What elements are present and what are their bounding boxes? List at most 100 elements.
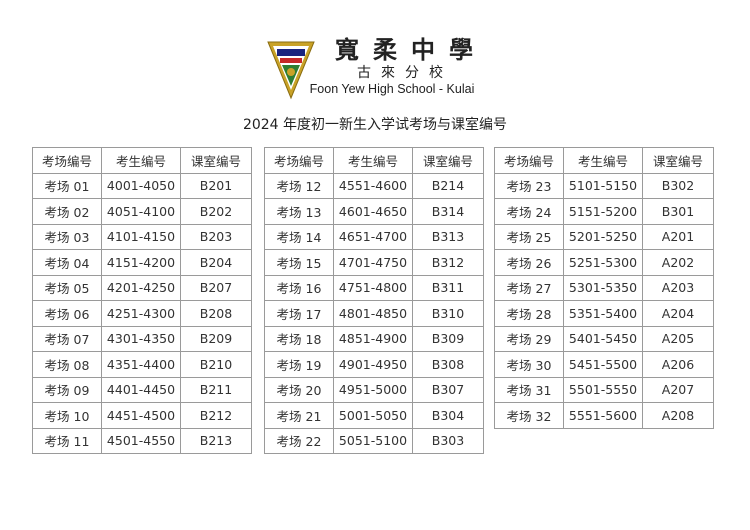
candidate-range-cell: 4051-4100	[101, 198, 181, 225]
header-candidate-number: 考生编号	[101, 147, 181, 174]
exam-room-cell: 考场 01	[32, 172, 102, 199]
header-candidate-number: 考生编号	[563, 147, 643, 174]
exam-room-cell: 考场 28	[494, 300, 564, 327]
table-header-row: 考场编号 考生编号 课室编号	[32, 147, 252, 174]
table-row: 考场 31 5501-5550 A207	[494, 376, 714, 403]
exam-room-cell: 考场 15	[264, 249, 334, 276]
classroom-cell: B211	[180, 376, 252, 403]
table-row: 考场 22 5051-5100 B303	[264, 427, 484, 454]
candidate-range-cell: 4551-4600	[333, 172, 413, 199]
candidate-range-cell: 4701-4750	[333, 249, 413, 276]
table-row: 考场 23 5101-5150 B302	[494, 172, 714, 199]
candidate-range-cell: 4801-4850	[333, 300, 413, 327]
candidate-range-cell: 4501-4550	[101, 427, 181, 454]
candidate-range-cell: 4201-4250	[101, 274, 181, 301]
candidate-range-cell: 4451-4500	[101, 402, 181, 429]
table-row: 考场 32 5551-5600 A208	[494, 402, 714, 429]
table-row: 考场 28 5351-5400 A204	[494, 300, 714, 327]
table-row: 考场 10 4451-4500 B212	[32, 402, 252, 429]
classroom-cell: B207	[180, 274, 252, 301]
table-row: 考场 18 4851-4900 B309	[264, 325, 484, 352]
classroom-cell: A205	[642, 325, 714, 352]
classroom-cell: A207	[642, 376, 714, 403]
classroom-cell: A201	[642, 223, 714, 250]
classroom-cell: B204	[180, 249, 252, 276]
table-row: 考场 03 4101-4150 B203	[32, 223, 252, 250]
classroom-cell: B307	[412, 376, 484, 403]
table-row: 考场 13 4601-4650 B314	[264, 198, 484, 225]
exam-room-cell: 考场 14	[264, 223, 334, 250]
candidate-range-cell: 4101-4150	[101, 223, 181, 250]
candidate-range-cell: 4751-4800	[333, 274, 413, 301]
table-row: 考场 01 4001-4050 B201	[32, 172, 252, 199]
exam-room-cell: 考场 17	[264, 300, 334, 327]
candidate-range-cell: 4651-4700	[333, 223, 413, 250]
exam-room-cell: 考场 11	[32, 427, 102, 454]
classroom-cell: B212	[180, 402, 252, 429]
classroom-cell: B209	[180, 325, 252, 352]
exam-room-cell: 考场 04	[32, 249, 102, 276]
header-exam-room: 考场编号	[264, 147, 334, 174]
classroom-cell: B208	[180, 300, 252, 327]
classroom-cell: B202	[180, 198, 252, 225]
table-row: 考场 30 5451-5500 A206	[494, 351, 714, 378]
table-row: 考场 02 4051-4100 B202	[32, 198, 252, 225]
page-title: 2024 年度初一新生入学试考场与课室编号	[242, 117, 508, 133]
exam-room-cell: 考场 13	[264, 198, 334, 225]
candidate-range-cell: 5351-5400	[563, 300, 643, 327]
candidate-range-cell: 5451-5500	[563, 351, 643, 378]
exam-room-cell: 考场 21	[264, 402, 334, 429]
exam-room-cell: 考场 18	[264, 325, 334, 352]
exam-room-cell: 考场 10	[32, 402, 102, 429]
candidate-range-cell: 5051-5100	[333, 427, 413, 454]
table-row: 考场 17 4801-4850 B310	[264, 300, 484, 327]
table-header-row: 考场编号 考生编号 课室编号	[264, 147, 484, 174]
candidate-range-cell: 4951-5000	[333, 376, 413, 403]
table-row: 考场 27 5301-5350 A203	[494, 274, 714, 301]
exam-room-cell: 考场 03	[32, 223, 102, 250]
table-row: 考场 20 4951-5000 B307	[264, 376, 484, 403]
classroom-cell: B310	[412, 300, 484, 327]
candidate-range-cell: 5551-5600	[563, 402, 643, 429]
table-row: 考场 19 4901-4950 B308	[264, 351, 484, 378]
candidate-range-cell: 4401-4450	[101, 376, 181, 403]
exam-room-cell: 考场 19	[264, 351, 334, 378]
exam-room-cell: 考场 29	[494, 325, 564, 352]
exam-room-cell: 考场 23	[494, 172, 564, 199]
table-row: 考场 25 5201-5250 A201	[494, 223, 714, 250]
classroom-cell: B301	[642, 198, 714, 225]
table-row: 考场 29 5401-5450 A205	[494, 325, 714, 352]
exam-room-table-3: 考场编号 考生编号 课室编号 考场 23 5101-5150 B302 考场 24 5…	[494, 147, 714, 429]
table-row: 考场 14 4651-4700 B313	[264, 223, 484, 250]
candidate-range-cell: 5501-5550	[563, 376, 643, 403]
exam-room-cell: 考场 30	[494, 351, 564, 378]
candidate-range-cell: 4351-4400	[101, 351, 181, 378]
candidate-range-cell: 5201-5250	[563, 223, 643, 250]
classroom-cell: A208	[642, 402, 714, 429]
classroom-cell: B213	[180, 427, 252, 454]
candidate-range-cell: 4901-4950	[333, 351, 413, 378]
header-candidate-number: 考生编号	[333, 147, 413, 174]
school-header: 寬柔中學 古來分校 Foon Yew High School - Kulai	[0, 30, 750, 110]
classroom-cell: B309	[412, 325, 484, 352]
exam-room-cell: 考场 20	[264, 376, 334, 403]
candidate-range-cell: 4601-4650	[333, 198, 413, 225]
classroom-cell: B313	[412, 223, 484, 250]
candidate-range-cell: 5151-5200	[563, 198, 643, 225]
exam-room-cell: 考场 26	[494, 249, 564, 276]
exam-room-cell: 考场 32	[494, 402, 564, 429]
exam-room-cell: 考场 25	[494, 223, 564, 250]
classroom-cell: A203	[642, 274, 714, 301]
classroom-cell: B308	[412, 351, 484, 378]
exam-room-cell: 考场 12	[264, 172, 334, 199]
candidate-range-cell: 5301-5350	[563, 274, 643, 301]
exam-room-cell: 考场 31	[494, 376, 564, 403]
classroom-cell: B311	[412, 274, 484, 301]
exam-room-table-2: 考场编号 考生编号 课室编号 考场 12 4551-4600 B214 考场 13 4…	[264, 147, 484, 454]
school-name-en: Foon Yew High School - Kulai	[309, 82, 475, 96]
table-header-row: 考场编号 考生编号 课室编号	[494, 147, 714, 174]
table-row: 考场 12 4551-4600 B214	[264, 172, 484, 199]
table-row: 考场 09 4401-4450 B211	[32, 376, 252, 403]
classroom-cell: B312	[412, 249, 484, 276]
classroom-cell: B304	[412, 402, 484, 429]
